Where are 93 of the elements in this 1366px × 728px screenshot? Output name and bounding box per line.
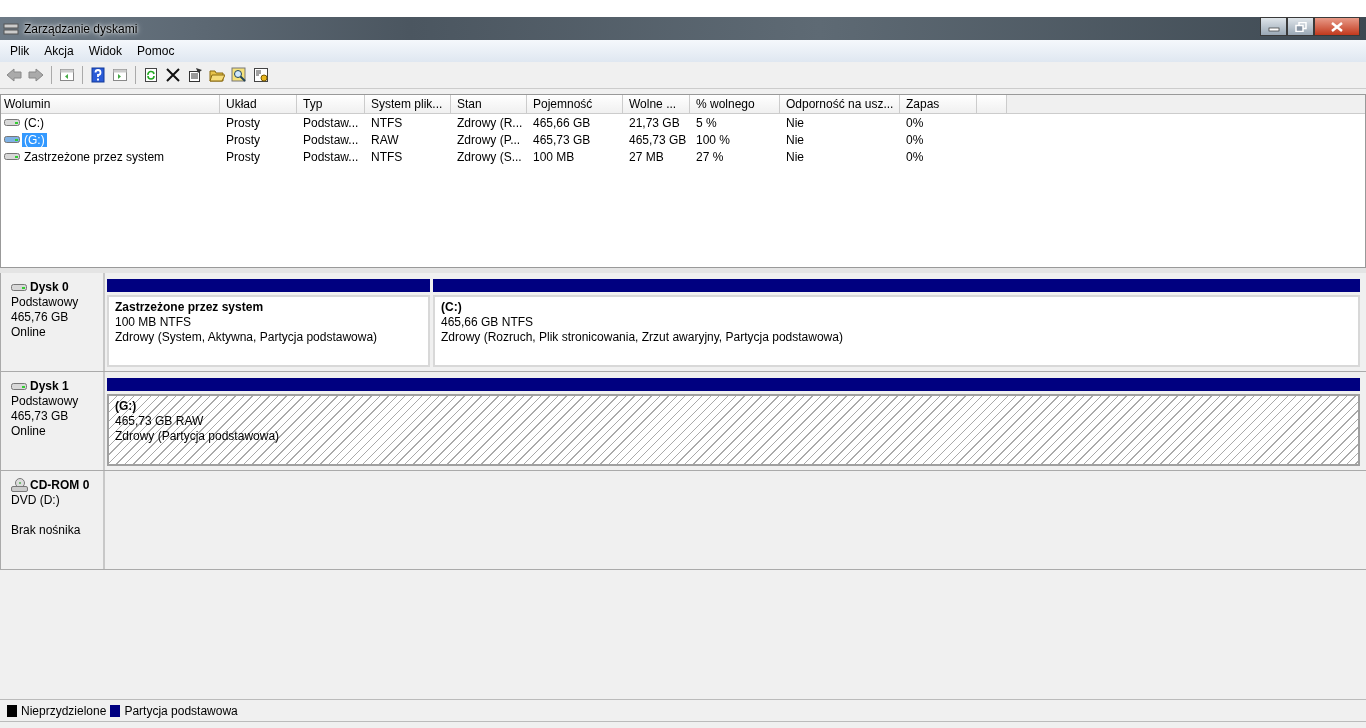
restore-icon (1294, 21, 1307, 32)
table-cell: RAW (371, 132, 399, 147)
panel-icon (59, 67, 75, 83)
back-arrow-icon (6, 67, 22, 83)
disk-name: Dysk 1 (30, 379, 69, 393)
table-cell: Prosty (226, 149, 260, 164)
partition-box[interactable]: Zastrzeżone przez system 100 MB NTFS Zdrowy (System, Aktywna, Partycja podstawowa) (107, 295, 430, 367)
partition-status: Zdrowy (System, Aktywna, Partycja podstawowa) (115, 330, 379, 345)
column-header[interactable]: Pojemność (527, 95, 623, 113)
disk-name: CD-ROM 0 (30, 478, 90, 492)
drive-icon (11, 282, 28, 292)
column-header[interactable]: Zapas (900, 95, 977, 113)
legend-label: Partycja podstawowa (124, 703, 238, 718)
drive-icon (4, 135, 20, 144)
column-header[interactable]: Odporność na usz... (780, 95, 900, 113)
settings-icon (253, 67, 269, 83)
partition-status: Zdrowy (Partycja podstawowa) (115, 429, 281, 444)
table-cell: Prosty (226, 115, 260, 130)
table-cell: 27 MB (629, 149, 664, 164)
partition-name: Zastrzeżone przez system (115, 300, 265, 315)
table-cell: 100 MB (533, 149, 575, 164)
disk-label[interactable]: CD-ROM 0 DVD (D:) Brak nośnika (0, 471, 105, 569)
column-header[interactable]: % wolnego (690, 95, 780, 113)
partition-box[interactable]: (G:) 465,73 GB RAW Zdrowy (Partycja podstawowa) (107, 394, 1360, 466)
minimize-button[interactable] (1260, 17, 1287, 36)
disk-info: Brak nośnika (11, 523, 82, 538)
disk-info: Online (11, 424, 47, 439)
menu-item[interactable]: Akcja (38, 44, 80, 58)
forward-arrow-icon (28, 67, 44, 83)
disk-name: Dysk 0 (30, 280, 69, 294)
partition-box[interactable]: (C:) 465,66 GB NTFS Zdrowy (Rozruch, Plik stronicowania, Zrzut awaryjny, Partycja podstawowa) (433, 295, 1360, 367)
panel-icon (112, 67, 128, 83)
partition-status: Zdrowy (Rozruch, Plik stronicowania, Zrzut awaryjny, Partycja podstawowa) (441, 330, 844, 345)
window-title: Zarządzanie dyskami (24, 21, 138, 36)
table-cell: 465,73 GB (629, 132, 687, 147)
column-header[interactable]: Układ (220, 95, 297, 113)
table-cell: Podstaw... (303, 149, 359, 164)
magnifier-icon (231, 67, 247, 83)
table-cell: NTFS (371, 115, 403, 130)
close-icon (1331, 21, 1343, 32)
close-button[interactable] (1314, 17, 1360, 36)
disk-info: Podstawowy (11, 394, 80, 409)
column-header[interactable]: Stan (451, 95, 527, 113)
partition-name: (G:) (115, 399, 138, 414)
refresh-icon (143, 67, 159, 83)
table-cell: Prosty (226, 132, 260, 147)
partition-size: 465,66 GB NTFS (441, 315, 535, 330)
table-cell: 0% (906, 115, 924, 130)
table-cell: 465,73 GB (533, 132, 591, 147)
disk-info: Podstawowy (11, 295, 80, 310)
cd-drive-icon (11, 478, 28, 492)
disk-management-icon (3, 21, 19, 36)
table-cell: 465,66 GB (533, 115, 591, 130)
table-cell: 0% (906, 132, 924, 147)
volume-name[interactable]: Zastrzeżone przez system (22, 149, 167, 164)
folder-icon (209, 67, 225, 83)
table-cell: Zdrowy (P... (457, 132, 521, 147)
disk-info: 465,73 GB (11, 409, 70, 424)
volume-name[interactable]: (C:) (22, 115, 46, 130)
column-header[interactable]: Wolne ... (623, 95, 690, 113)
table-cell: Nie (786, 149, 804, 164)
help-icon (90, 67, 106, 83)
table-cell: 21,73 GB (629, 115, 680, 130)
table-cell: 100 % (696, 132, 731, 147)
delete-icon (165, 67, 181, 83)
restore-button[interactable] (1287, 17, 1314, 36)
disk-info: DVD (D:) (11, 493, 61, 508)
table-cell: 0% (906, 149, 924, 164)
partition-size: 465,73 GB RAW (115, 414, 205, 429)
table-cell: Podstaw... (303, 132, 359, 147)
table-cell: NTFS (371, 149, 403, 164)
menu-item[interactable]: Plik (4, 44, 36, 58)
table-cell: 27 % (696, 149, 724, 164)
menu-item[interactable]: Pomoc (131, 44, 181, 58)
disk-info: 465,76 GB (11, 310, 70, 325)
partition-size: 100 MB NTFS (115, 315, 193, 330)
legend-label: Nieprzydzielone (21, 703, 107, 718)
table-cell: 5 % (696, 115, 717, 130)
drive-icon (4, 118, 20, 127)
table-cell: Zdrowy (S... (457, 149, 522, 164)
menu-item[interactable]: Widok (82, 44, 129, 58)
properties-icon (187, 67, 203, 83)
disk-info: Online (11, 325, 47, 340)
column-header[interactable]: Wolumin (1, 95, 220, 113)
partition-name: (C:) (441, 300, 463, 315)
table-cell: Podstaw... (303, 115, 359, 130)
column-header[interactable]: System plik... (365, 95, 451, 113)
column-header[interactable]: Typ (297, 95, 365, 113)
drive-icon (4, 152, 20, 161)
drive-icon (11, 381, 28, 391)
table-cell: Zdrowy (R... (457, 115, 523, 130)
table-cell: Nie (786, 132, 804, 147)
table-cell: Nie (786, 115, 804, 130)
